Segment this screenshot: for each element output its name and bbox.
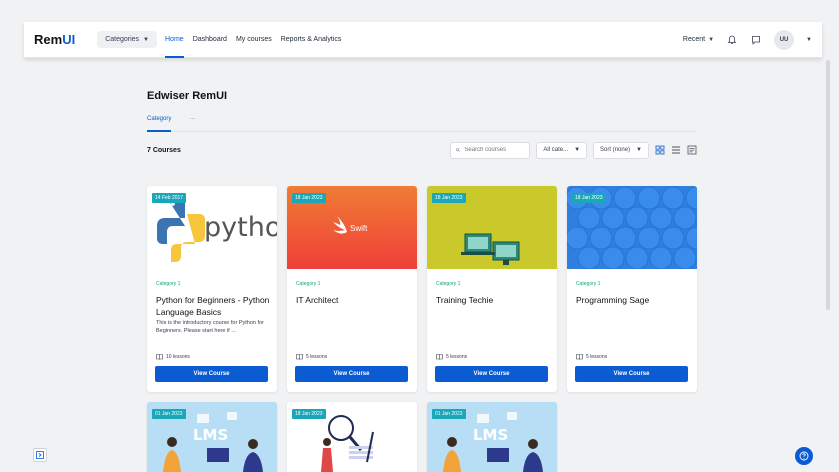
category-tabs: Category ··· (147, 114, 697, 132)
view-course-button[interactable]: View Course (295, 366, 408, 382)
course-title[interactable]: Python for Beginners - Python Language B… (156, 294, 270, 318)
lessons-count: 5 lessons (436, 354, 467, 360)
bell-icon[interactable] (726, 34, 738, 46)
course-image[interactable]: 01 Jan 2023 LMS (427, 402, 557, 472)
course-image[interactable]: 18 Jan 2023 (427, 186, 557, 269)
top-navbar: RemUI Categories ▼ Home Dashboard My cou… (24, 22, 822, 58)
category-label[interactable]: Category 1 (436, 281, 460, 287)
lessons-label: 10 lessons (166, 354, 190, 360)
course-card[interactable]: 18 Jan 2023 Category 1 Programming Sage … (567, 186, 697, 392)
course-title[interactable]: Programming Sage (576, 294, 690, 306)
lms-text: LMS (473, 426, 508, 444)
chevron-down-icon[interactable]: ▼ (806, 37, 812, 43)
user-avatar[interactable]: UU (774, 29, 795, 50)
course-image[interactable]: 18 Jan 2023 (567, 186, 697, 269)
nav-home[interactable]: Home (165, 22, 184, 58)
lessons-count: 5 lessons (576, 354, 607, 360)
search-input[interactable] (464, 147, 525, 153)
chevron-down-icon: ▼ (636, 147, 642, 153)
lessons-count: 5 lessons (296, 354, 327, 360)
category-filter-select[interactable]: All cate... ▼ (536, 141, 588, 159)
course-image[interactable]: 14 Feb 2017 python (147, 186, 277, 269)
categories-dropdown[interactable]: Categories ▼ (97, 31, 157, 48)
lessons-label: 5 lessons (586, 354, 608, 360)
course-card[interactable]: 01 Jan 2023 LMS (147, 402, 277, 472)
chevron-down-icon: ▼ (708, 36, 715, 43)
lms-text: LMS (193, 426, 228, 444)
help-button[interactable] (795, 447, 813, 465)
tab-more[interactable]: ··· (189, 114, 195, 131)
category-filter-value: All cate... (543, 147, 569, 153)
course-description: This is the introductory course for Pyth… (156, 320, 264, 334)
date-badge: 18 Jan 2023 (572, 193, 606, 203)
recent-label: Recent (682, 36, 706, 43)
sidebar-toggle-icon (36, 451, 44, 459)
book-icon (436, 354, 443, 360)
scrollbar[interactable] (826, 60, 830, 310)
toolbar-controls: All cate... ▼ Sort (none) ▼ (450, 141, 697, 159)
date-badge: 18 Jan 2023 (432, 193, 466, 203)
summary-view-icon[interactable] (687, 145, 697, 155)
book-icon (576, 354, 583, 360)
course-title[interactable]: Training Techie (436, 294, 550, 306)
course-card[interactable]: 18 Jan 2023 Category 1 Training Techie 5… (427, 186, 557, 392)
category-label[interactable]: Category 1 (296, 281, 320, 287)
course-toolbar: 7 Courses All cate... ▼ Sort (none) ▼ (147, 141, 697, 159)
date-badge: 01 Jan 2023 (432, 409, 466, 419)
book-icon (296, 354, 303, 360)
category-label[interactable]: Category 1 (156, 281, 180, 287)
view-course-button[interactable]: View Course (155, 366, 268, 382)
lessons-label: 5 lessons (446, 354, 468, 360)
tab-category[interactable]: Category (147, 114, 172, 132)
page-title: Edwiser RemUI (147, 90, 228, 102)
lessons-count: 10 lessons (156, 354, 190, 360)
category-label[interactable]: Category 1 (576, 281, 600, 287)
view-course-button[interactable]: View Course (575, 366, 688, 382)
message-icon[interactable] (750, 34, 762, 46)
recent-dropdown[interactable]: Recent ▼ (683, 36, 714, 43)
chevron-down-icon: ▼ (143, 36, 149, 43)
date-badge: 18 Jan 2023 (292, 409, 326, 419)
course-image[interactable]: 18 Jan 2023 Swift (287, 186, 417, 269)
search-box (450, 141, 531, 159)
course-image[interactable]: 01 Jan 2023 LMS (147, 402, 277, 472)
brand-logo[interactable]: RemUI (34, 32, 75, 47)
date-badge: 01 Jan 2023 (152, 409, 186, 419)
search-icon (456, 148, 461, 152)
lessons-label: 5 lessons (306, 354, 328, 360)
list-view-icon[interactable] (671, 145, 681, 155)
course-card[interactable]: 18 Jan 2023 Swift Category 1 IT Architec… (287, 186, 417, 392)
help-icon (799, 451, 809, 461)
categories-label: Categories (105, 36, 140, 43)
nav-my-courses[interactable]: My courses (236, 22, 272, 57)
book-icon (156, 354, 163, 360)
chevron-down-icon: ▼ (574, 147, 581, 153)
course-title[interactable]: IT Architect (296, 294, 410, 306)
drawer-toggle-button[interactable] (33, 448, 47, 462)
course-count: 7 Courses (147, 146, 181, 154)
date-badge: 18 Jan 2023 (292, 193, 326, 203)
sort-value: Sort (none) (600, 147, 631, 153)
grid-view-icon[interactable] (655, 145, 665, 155)
course-card[interactable]: 01 Jan 2023 LMS (427, 402, 557, 472)
swift-logo-text: Swift (350, 224, 368, 233)
nav-reports[interactable]: Reports & Analytics (281, 22, 342, 57)
course-card[interactable]: 14 Feb 2017 python Category 1 Python for… (147, 186, 277, 392)
nav-dashboard[interactable]: Dashboard (193, 22, 227, 57)
course-image[interactable]: 18 Jan 2023 (287, 402, 417, 472)
date-badge: 14 Feb 2017 (152, 193, 187, 203)
python-logo-text: python (204, 212, 277, 243)
sort-select[interactable]: Sort (none) ▼ (593, 141, 649, 159)
navbar-actions: Recent ▼ UU ▼ (683, 29, 812, 50)
view-course-button[interactable]: View Course (435, 366, 548, 382)
primary-nav: Home Dashboard My courses Reports & Anal… (165, 22, 350, 58)
course-card[interactable]: 18 Jan 2023 (287, 402, 417, 472)
